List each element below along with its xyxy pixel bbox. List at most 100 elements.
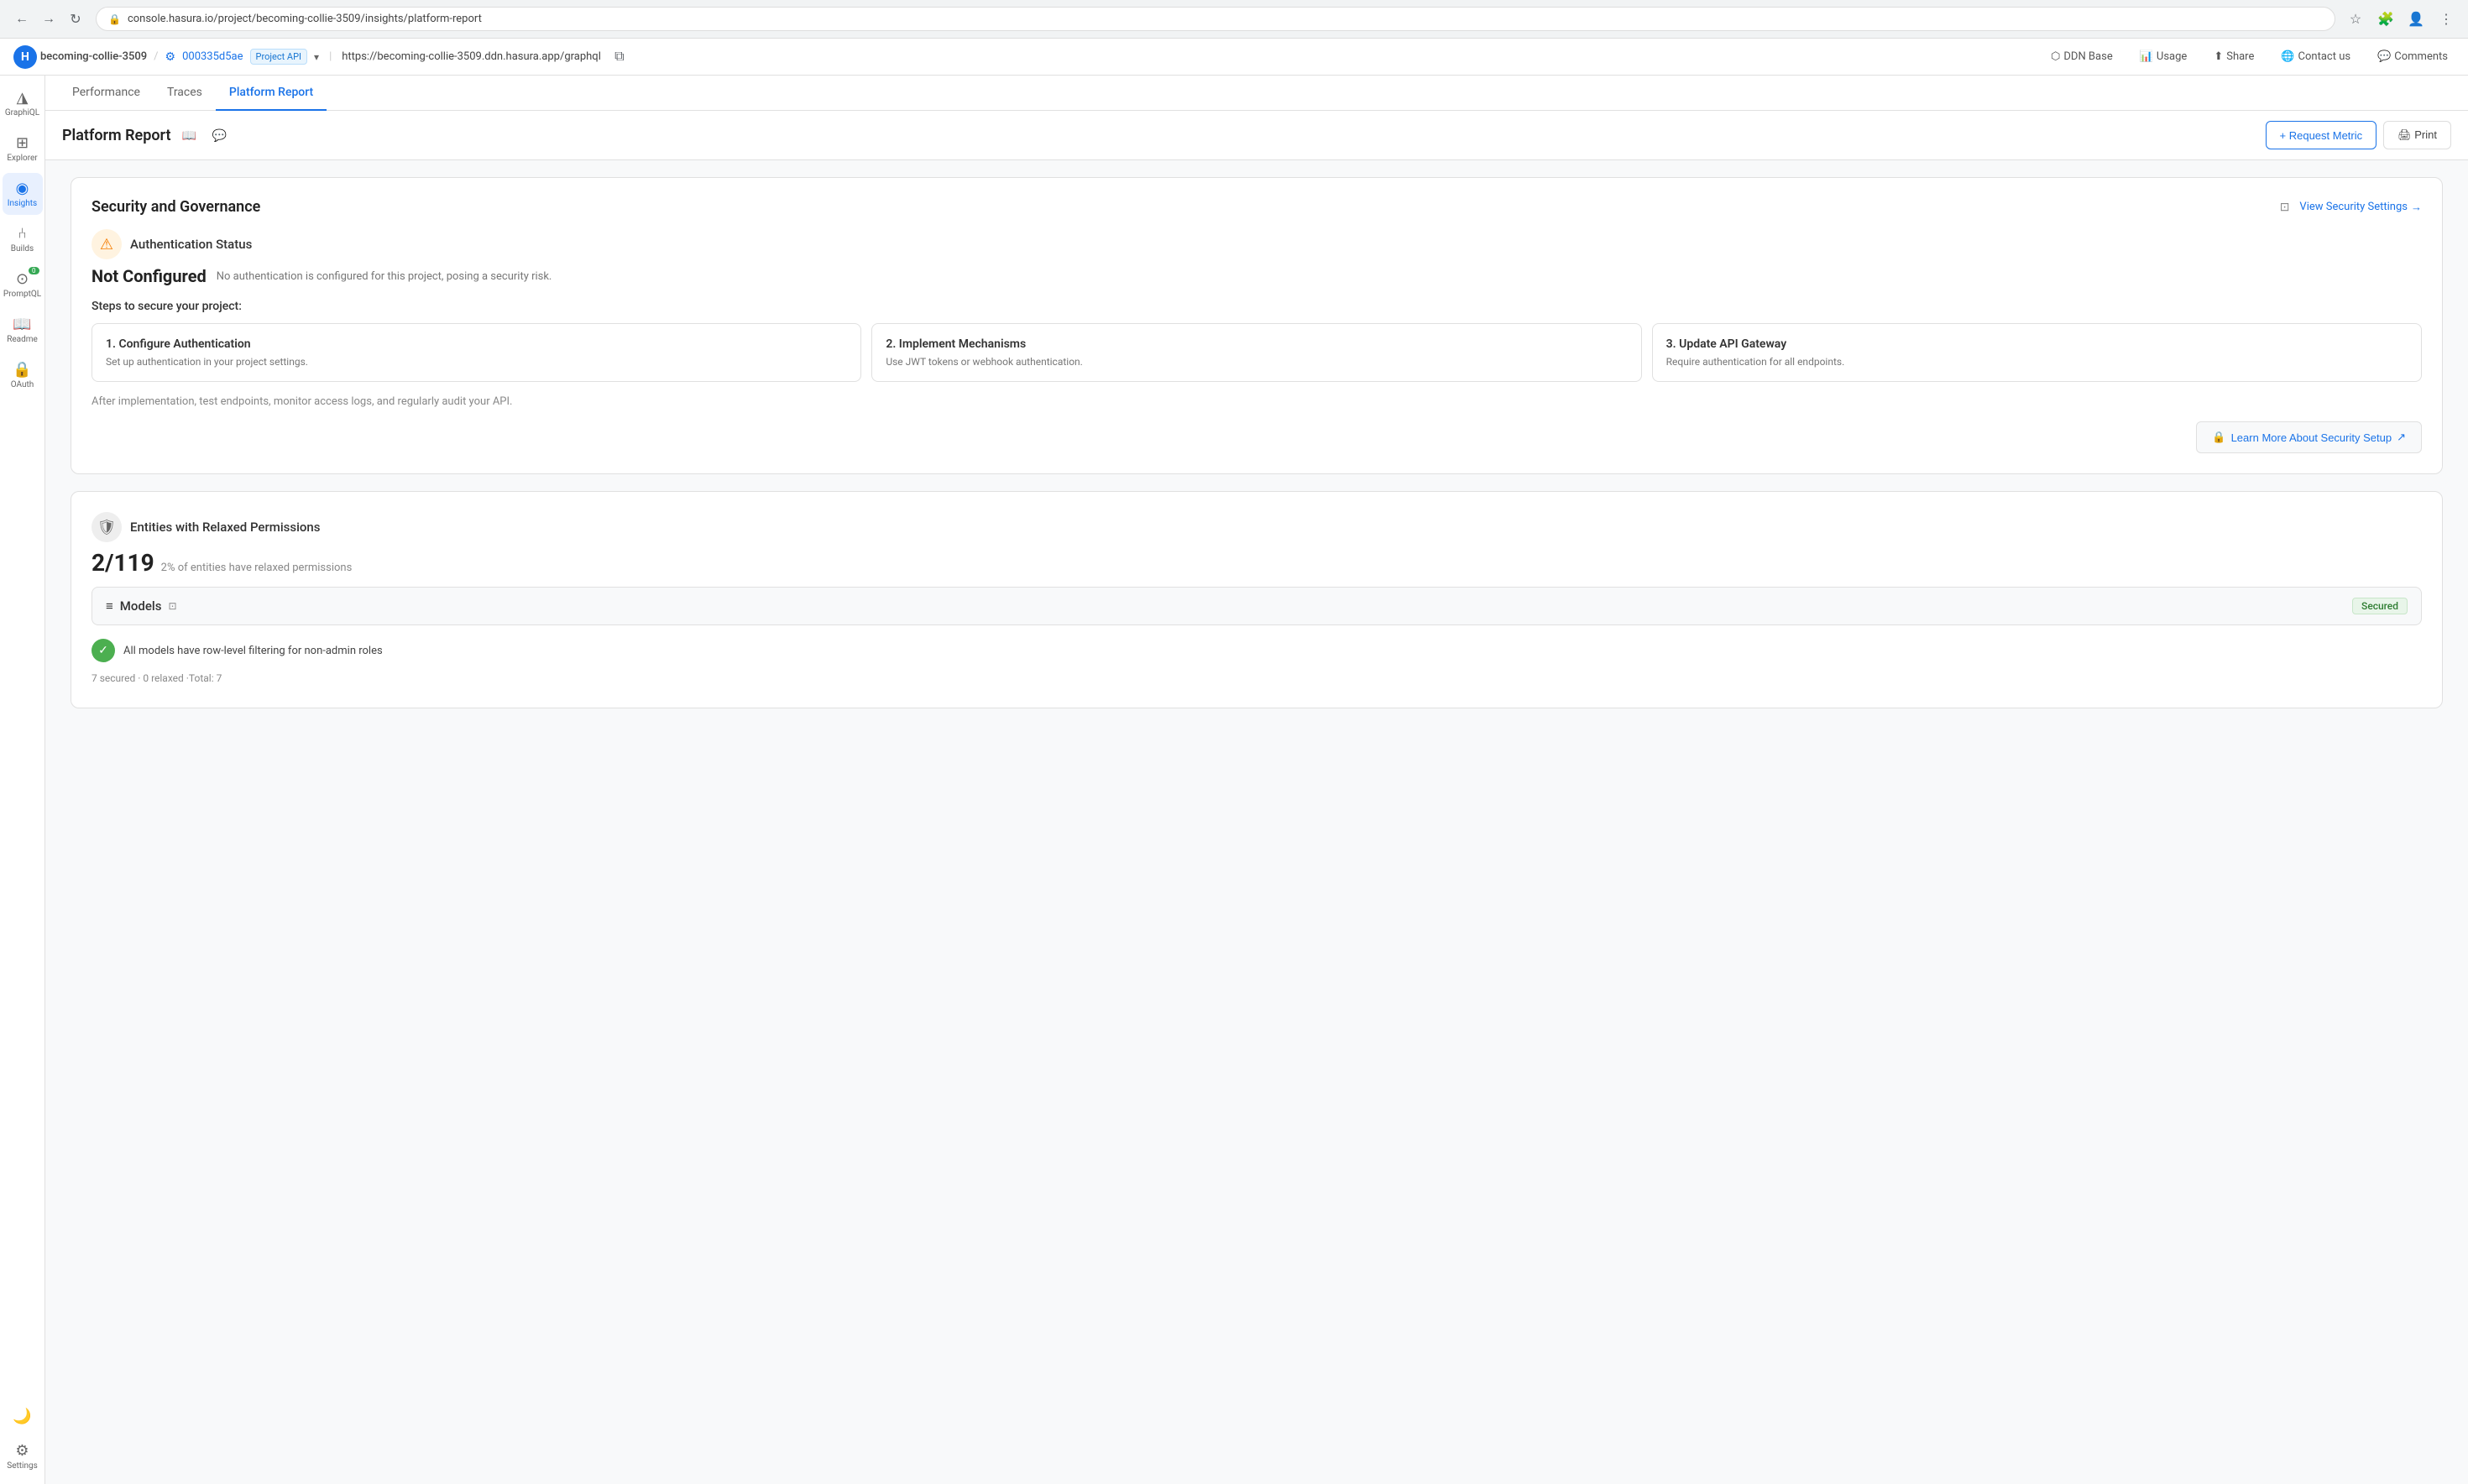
sidebar-item-graphql[interactable]: ◮ GraphiQL [3,82,43,124]
secured-badge: Secured [2352,598,2408,614]
security-card-header: Security and Governance ⊡ View Security … [92,198,2422,216]
security-card-title: Security and Governance [92,198,260,216]
learn-more-button[interactable]: 🔒 Learn More About Security Setup ↗ [2196,421,2422,453]
view-settings-arrow: → [2411,201,2422,214]
browser-chrome: ← → ↻ 🔒 console.hasura.io/project/becomi… [0,0,2468,39]
card-link-area: ⊡ View Security Settings → [2280,201,2422,214]
request-metric-button[interactable]: + Request Metric [2266,121,2377,149]
explorer-icon: ⊞ [16,134,29,152]
sidebar-item-insights[interactable]: ◉ Insights [3,173,43,215]
tab-traces[interactable]: Traces [154,76,216,111]
entity-count: 2/119 2% of entities have relaxed permis… [92,549,2422,577]
ddn-base-icon: ⬡ [2051,50,2060,63]
extensions-button[interactable]: 🧩 [2374,8,2397,31]
models-label: Models [120,598,162,614]
sidebar: ◮ GraphiQL ⊞ Explorer ◉ Insights ⑃ Build… [0,76,45,1484]
tab-performance[interactable]: Performance [59,76,154,111]
entities-section-header: 🛡 Entities with Relaxed Permissions [92,512,2422,542]
ddn-base-label: DDN Base [2063,50,2112,63]
forward-button[interactable]: → [37,8,60,31]
sidebar-label-oauth: OAuth [11,380,34,389]
content-tabs: Performance Traces Platform Report [45,76,2468,111]
view-settings-label: View Security Settings [2299,201,2408,213]
step-title-3: 3. Update API Gateway [1666,337,2408,351]
comments-action[interactable]: 💬 Comments [2371,47,2455,66]
section-header: ⚠ Authentication Status [92,229,2422,259]
sidebar-label-builds: Builds [11,244,34,253]
learn-more-icon: 🔒 [2212,431,2225,444]
sidebar-item-explorer[interactable]: ⊞ Explorer [3,128,43,170]
status-description: No authentication is configured for this… [217,270,552,283]
entity-desc: 2% of entities have relaxed permissions [161,562,353,574]
contact-us-action[interactable]: 🌐 Contact us [2274,47,2357,66]
refresh-button[interactable]: ↻ [64,8,87,31]
model-check: ✓ All models have row-level filtering fo… [92,632,2422,669]
sidebar-label-promptql: PromptQL [3,290,41,299]
app-tabs-bar: H becoming-collie-3509 / ⚙ 000335d5ae Pr… [0,39,2468,76]
print-button[interactable]: 🖨 Print [2383,121,2451,149]
share-action[interactable]: ⬆ Share [2207,47,2261,66]
shield-icon: 🛡 [92,512,122,542]
sidebar-label-readme: Readme [7,335,38,344]
oauth-icon: 🔒 [13,361,31,379]
model-stats: 7 secured · 0 relaxed ·Total: 7 [92,669,2422,687]
learn-more-arrow: ↗ [2397,431,2406,444]
star-button[interactable]: ☆ [2344,8,2367,31]
step-card-3: 3. Update API Gateway Require authentica… [1652,323,2422,382]
expand-icon[interactable]: ⊡ [2280,201,2290,214]
models-expand-icon[interactable]: ⊡ [168,600,176,612]
tab-actions: ⬡ DDN Base 📊 Usage ⬆ Share 🌐 Contact us … [2044,47,2455,66]
bookmark-button[interactable]: 📖 [178,123,201,147]
back-button[interactable]: ← [10,8,34,31]
moon-icon: 🌙 [13,1408,31,1425]
page-header: Platform Report 📖 💬 + Request Metric 🖨 P… [45,111,2468,160]
sidebar-item-settings[interactable]: ⚙ Settings [3,1435,43,1477]
view-security-settings-link[interactable]: View Security Settings → [2299,201,2422,214]
entity-number: 2/119 [92,549,154,577]
api-badge: Project API [250,49,308,65]
sidebar-label-graphql: GraphiQL [5,108,39,118]
expand-icon[interactable]: ▾ [314,51,319,63]
step-desc-2: Use JWT tokens or webhook authentication… [886,356,1627,368]
share-icon: ⬆ [2214,50,2223,63]
usage-icon: 📊 [2140,50,2153,63]
sidebar-item-readme[interactable]: 📖 Readme [3,309,43,351]
app-layout: ◮ GraphiQL ⊞ Explorer ◉ Insights ⑃ Build… [0,76,2468,1484]
graphql-icon: ◮ [17,89,29,107]
step-card-2: 2. Implement Mechanisms Use JWT tokens o… [871,323,1641,382]
page-title-area: Platform Report 📖 💬 [62,123,232,147]
status-not-configured: Not Configured [92,266,207,286]
steps-title: Steps to secure your project: [92,300,2422,313]
contact-icon: 🌐 [2281,50,2294,63]
tab-platform-report[interactable]: Platform Report [216,76,327,111]
entities-title: Entities with Relaxed Permissions [130,520,321,535]
models-title: ≡ Models ⊡ [106,598,177,614]
check-text: All models have row-level filtering for … [123,645,383,657]
sidebar-item-promptql[interactable]: ⊙ 0 PromptQL [3,264,43,306]
warning-icon: ⚠ [92,229,122,259]
api-id[interactable]: 000335d5ae [182,50,243,63]
ddn-base-action[interactable]: ⬡ DDN Base [2044,47,2120,66]
promptql-icon: ⊙ [16,270,29,288]
sidebar-item-moon[interactable]: 🌙 [3,1401,43,1432]
usage-action[interactable]: 📊 Usage [2133,47,2194,66]
profile-button[interactable]: 👤 [2404,8,2428,31]
after-steps-text: After implementation, test endpoints, mo… [92,395,2422,408]
sidebar-item-builds[interactable]: ⑃ Builds [3,218,43,260]
chat-button[interactable]: 💬 [208,123,232,147]
steps-grid: 1. Configure Authentication Set up authe… [92,323,2422,382]
promptql-badge: 0 [29,267,39,274]
main-content: Security and Governance ⊡ View Security … [45,160,2468,1484]
auth-status-section: ⚠ Authentication Status Not Configured N… [92,229,2422,453]
entities-card: 🛡 Entities with Relaxed Permissions 2/11… [71,491,2443,708]
models-header: ≡ Models ⊡ Secured [92,587,2422,625]
right-panel: Performance Traces Platform Report Platf… [45,76,2468,1484]
copy-url-button[interactable]: ⧉ [608,45,631,69]
models-section: ≡ Models ⊡ Secured ✓ All models have row… [92,587,2422,687]
menu-button[interactable]: ⋮ [2434,8,2458,31]
sidebar-item-oauth[interactable]: 🔒 OAuth [3,354,43,396]
check-icon: ✓ [92,639,115,662]
url-bar[interactable]: 🔒 console.hasura.io/project/becoming-col… [96,7,2335,31]
sidebar-label-insights: Insights [8,199,37,208]
models-table-icon: ≡ [106,598,113,614]
